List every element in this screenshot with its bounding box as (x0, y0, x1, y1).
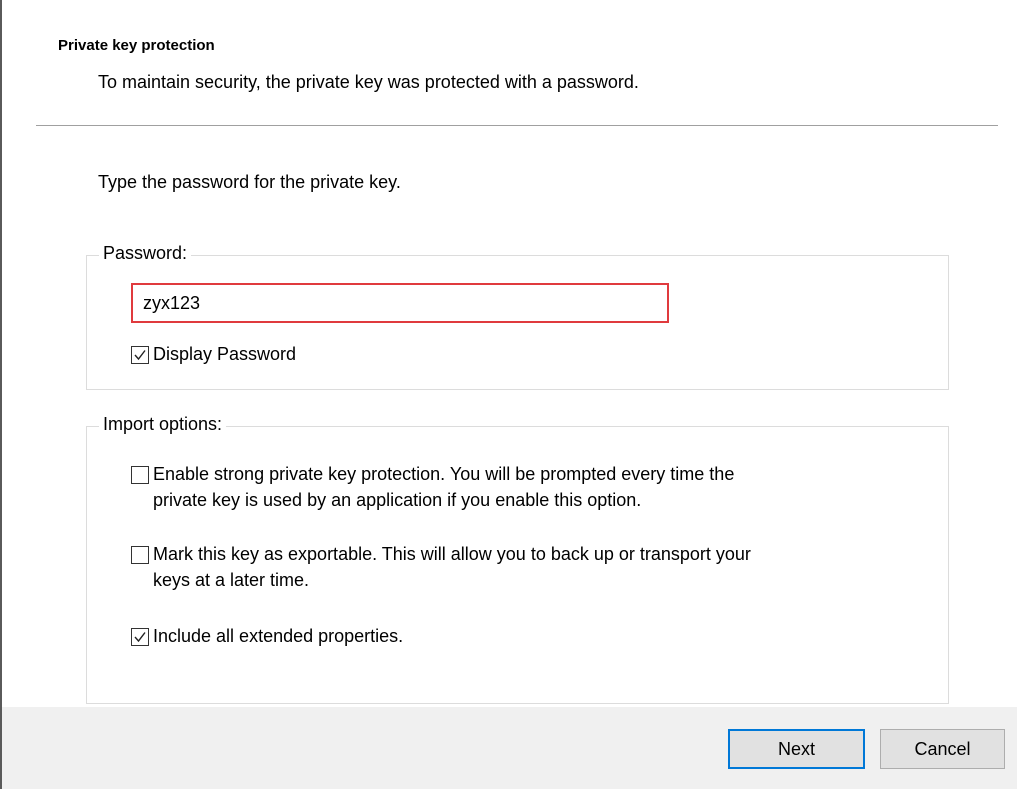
checkmark-icon (134, 632, 146, 643)
header-divider (36, 125, 998, 126)
next-button[interactable]: Next (728, 729, 865, 769)
strong-protection-label-line2: private key is used by an application if… (153, 490, 642, 510)
extended-properties-option[interactable]: Include all extended properties. (131, 626, 403, 649)
exportable-label: Mark this key as exportable. This will a… (153, 541, 751, 593)
checkmark-icon (134, 350, 146, 361)
exportable-checkbox[interactable] (131, 546, 149, 564)
exportable-label-line1: Mark this key as exportable. This will a… (153, 544, 751, 564)
exportable-option[interactable]: Mark this key as exportable. This will a… (131, 544, 751, 593)
exportable-label-line2: keys at a later time. (153, 570, 310, 590)
cancel-button[interactable]: Cancel (880, 729, 1005, 769)
strong-protection-label-line1: Enable strong private key protection. Yo… (153, 464, 735, 484)
extended-properties-label: Include all extended properties. (153, 626, 404, 646)
page-subtitle: To maintain security, the private key wa… (98, 72, 639, 92)
password-input[interactable] (131, 283, 669, 323)
instruction-text: Type the password for the private key. (98, 172, 401, 192)
window-edge (0, 0, 2, 789)
strong-protection-label: Enable strong private key protection. Yo… (153, 461, 734, 513)
password-group-legend: Password: (99, 243, 192, 264)
wizard-footer: Next Cancel (2, 707, 1017, 789)
certificate-import-wizard-page: Private key protection To maintain secur… (0, 0, 1017, 789)
strong-protection-checkbox[interactable] (131, 466, 149, 484)
display-password-checkbox[interactable] (131, 346, 149, 364)
import-options-groupbox: Import options: Enable strong private ke… (86, 414, 949, 704)
extended-properties-checkbox[interactable] (131, 628, 149, 646)
page-title: Private key protection (58, 37, 215, 54)
import-options-legend: Import options: (99, 414, 227, 435)
display-password-label: Display Password (153, 344, 297, 364)
display-password-option[interactable]: Display Password (131, 344, 296, 367)
password-groupbox: Password: Display Password (86, 243, 949, 390)
strong-protection-option[interactable]: Enable strong private key protection. Yo… (131, 464, 734, 513)
